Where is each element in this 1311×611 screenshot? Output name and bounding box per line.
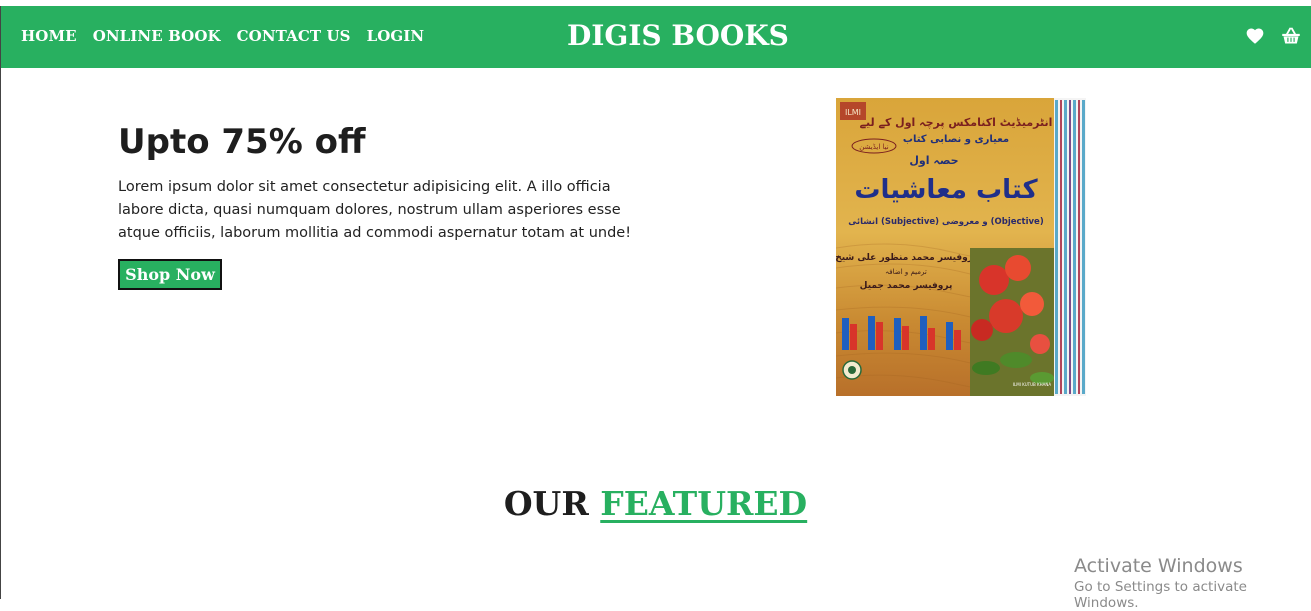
basket-icon[interactable] — [1281, 26, 1301, 46]
nav-link-contact-us[interactable]: CONTACT US — [237, 27, 351, 45]
activate-windows-watermark: Activate Windows Go to Settings to activ… — [1074, 555, 1311, 611]
activate-windows-subtitle: Go to Settings to activate Windows. — [1074, 579, 1247, 611]
book-flowers — [970, 248, 1054, 396]
featured-heading-prefix: OUR — [503, 484, 589, 523]
book-part: حصہ اول — [909, 154, 958, 167]
nav-link-home[interactable]: HOME — [21, 27, 77, 45]
activate-windows-title: Activate Windows — [1074, 555, 1243, 577]
shop-now-button[interactable]: Shop Now — [118, 259, 222, 290]
book-types: انشائی (Subjective) و معروضی (Objective) — [848, 217, 1044, 227]
hero-title: Upto 75% off — [118, 122, 366, 162]
book-cover-image[interactable]: ILMI انٹرمیڈیٹ اکنامکس پرچہ اول کے لیے م… — [835, 98, 1086, 396]
nav-links: HOME ONLINE BOOK CONTACT US LOGIN — [21, 27, 424, 45]
brand-logo[interactable]: DIGIS BOOKS — [567, 19, 789, 52]
hero-description: Lorem ipsum dolor sit amet consectetur a… — [118, 179, 632, 241]
book-top-line: انٹرمیڈیٹ اکنامکس پرچہ اول کے لیے — [860, 116, 1053, 129]
featured-heading: OUR FEATURED — [0, 484, 1311, 523]
book-author-1: پروفیسر محمد منظور علی شیخ — [836, 253, 977, 263]
book-author-note: ترمیم و اضافہ — [885, 268, 927, 276]
book-title: کتاب معاشیات — [854, 175, 1038, 205]
nav-link-online-book[interactable]: ONLINE BOOK — [93, 27, 221, 45]
book-subtitle: معیاری و نصابی کتاب — [903, 134, 1009, 145]
nav-link-login[interactable]: LOGIN — [367, 27, 425, 45]
nav-icons — [1245, 26, 1301, 46]
book-author-2: پروفیسر محمد جمیل — [860, 281, 953, 291]
book-edition: نیا ایڈیشن — [859, 143, 889, 151]
navbar: HOME ONLINE BOOK CONTACT US LOGIN DIGIS … — [1, 6, 1311, 68]
heart-icon[interactable] — [1245, 26, 1265, 46]
book-publisher: ILMI KUTUB KHANA — [1013, 382, 1052, 387]
featured-heading-accent: FEATURED — [600, 484, 808, 523]
